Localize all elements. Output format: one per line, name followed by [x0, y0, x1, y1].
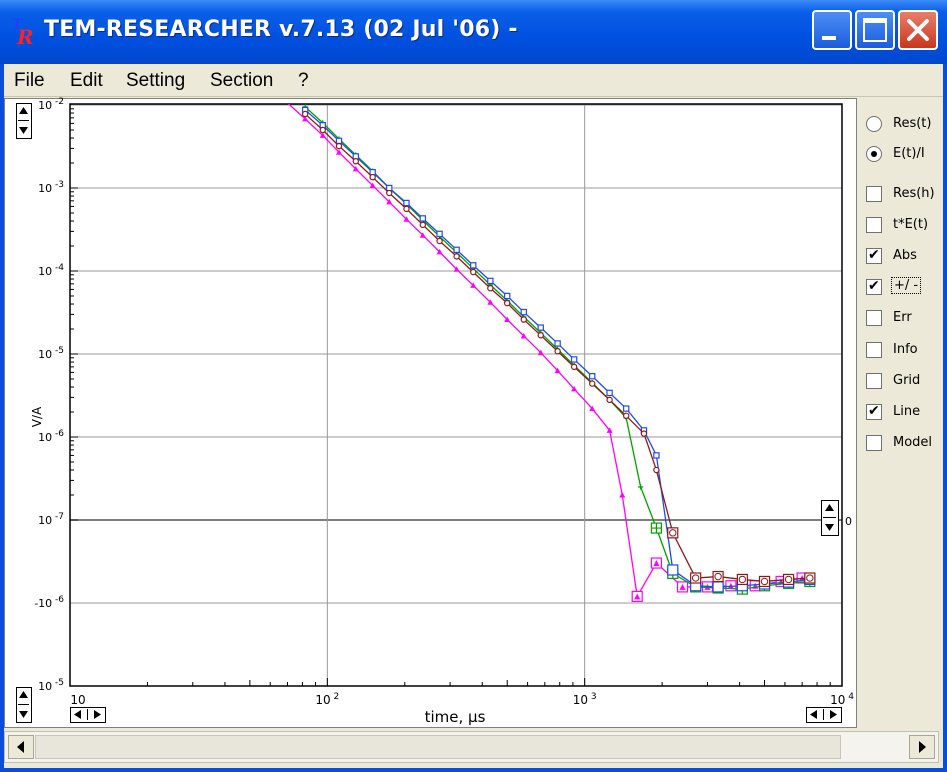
- y-top-scroll-control[interactable]: [16, 103, 32, 139]
- data-point-3-12: [504, 299, 511, 307]
- scrollbar-thumb[interactable]: [35, 735, 841, 759]
- checkbox-res-h[interactable]: [866, 186, 882, 202]
- series-layer: [276, 93, 816, 603]
- data-point-3-2: [335, 142, 343, 150]
- data-point-3-20: [640, 430, 648, 437]
- data-point-2-8: [436, 230, 443, 238]
- y-tick-label-7: 10 -5: [38, 678, 64, 693]
- data-point-2-11: [487, 277, 494, 285]
- data-point-3-5: [386, 189, 393, 197]
- data-point-3-18: [606, 396, 613, 404]
- grid-lines: [70, 104, 842, 686]
- arrow-right-icon: [919, 741, 926, 753]
- data-point-3-8: [436, 237, 443, 245]
- y-tick-label-3: 10 -5: [38, 346, 64, 361]
- data-point-0-0: [276, 93, 282, 99]
- data-point-3-9: [453, 253, 460, 260]
- checkbox-line[interactable]: [866, 402, 882, 420]
- data-point-2-10: [470, 262, 477, 269]
- radio-e-t[interactable]: [866, 146, 882, 162]
- x-right-scroll-control[interactable]: [806, 707, 842, 723]
- data-point-2-17: [589, 373, 596, 380]
- data-point-3-16: [570, 363, 578, 371]
- x-tick-label-1: 10 2: [315, 692, 339, 707]
- data-point-2-6: [403, 199, 410, 207]
- checkbox-t-e-t[interactable]: [866, 217, 882, 233]
- data-point-2-22: [667, 564, 679, 576]
- data-point-2-2: [335, 137, 343, 145]
- data-point-2-7: [419, 215, 427, 222]
- data-point-2-21: [653, 452, 660, 459]
- y-axis-label: V/A: [30, 406, 44, 427]
- data-point-2-18: [606, 389, 613, 397]
- decay-curve-chart: 10 -2 10 -3 10 -4 10 -5 10 -6 10 -7 -10 -6 10 -…: [30, 93, 854, 726]
- zero-line-label: 0: [845, 515, 852, 528]
- data-point-3-7: [419, 221, 427, 229]
- data-point-2-14: [537, 324, 544, 331]
- y-tick-label-2: 10 -4: [38, 263, 64, 278]
- data-point-3-21: [653, 466, 660, 474]
- data-point-2-16: [570, 356, 578, 363]
- data-point-3-11: [487, 285, 494, 292]
- data-point-2-24: [712, 581, 724, 593]
- y-bottom-scroll-control[interactable]: [16, 687, 32, 723]
- data-point-3-13: [520, 316, 527, 323]
- data-point-1-20-cross: [638, 484, 644, 490]
- y-tick-labels: 10 -2 10 -3 10 -4 10 -5 10 -6 10 -7 -10 -6 10 -…: [34, 97, 64, 693]
- data-point-3-4: [369, 173, 376, 181]
- data-point-3-14: [537, 332, 544, 339]
- y-tick-label-5: 10 -7: [38, 512, 64, 527]
- checkbox-grid[interactable]: [866, 373, 882, 389]
- x-axis-label: time, µs: [425, 708, 486, 726]
- data-point-2-15: [554, 340, 561, 347]
- checkbox-abs[interactable]: [866, 246, 882, 264]
- data-point-3-0: [301, 110, 309, 118]
- data-point-3-6: [403, 205, 410, 213]
- radio-res-t[interactable]: [866, 116, 882, 132]
- y-tick-label-1: 10 -3: [38, 180, 64, 195]
- x-tick-labels: 10 10 2 10 3 10 4: [70, 692, 854, 707]
- data-point-3-1: [319, 126, 326, 134]
- data-point-2-13: [520, 308, 527, 316]
- horizontal-scrollbar[interactable]: [4, 731, 939, 763]
- scroll-right-button[interactable]: [909, 735, 935, 759]
- data-point-2-19: [622, 405, 630, 412]
- data-point-3-17: [589, 380, 596, 387]
- data-point-3-19: [622, 412, 630, 420]
- data-point-2-9: [453, 246, 460, 254]
- checkbox-plus-minus[interactable]: [866, 277, 882, 295]
- y-tick-label-4: 10 -6: [38, 429, 64, 444]
- scroll-left-button[interactable]: [8, 735, 34, 759]
- data-point-0-20: [619, 492, 626, 498]
- checkbox-err[interactable]: [866, 310, 882, 326]
- checkbox-info[interactable]: [866, 342, 882, 358]
- x-left-scroll-control[interactable]: [70, 707, 106, 723]
- data-point-2-12: [504, 292, 511, 300]
- arrow-left-icon: [17, 741, 24, 753]
- data-point-3-10: [470, 268, 477, 276]
- plot-area-border: [69, 103, 843, 687]
- x-tick-label-3: 10 4: [830, 692, 854, 707]
- display-options-panel: Res(t) E(t)/I Res(h) t*E(t) Abs +/ - Err…: [858, 100, 943, 730]
- x-tick-label-0: 10: [70, 693, 85, 707]
- y-tick-label-6: -10 -6: [34, 595, 64, 610]
- data-point-3-15: [554, 348, 561, 355]
- y-tick-label-0: 10 -2: [38, 97, 64, 112]
- data-point-3-3: [352, 158, 359, 165]
- zero-line-scroll-control[interactable]: [821, 500, 839, 536]
- axes: [69, 103, 843, 687]
- checkbox-model[interactable]: [866, 435, 882, 451]
- x-tick-label-2: 10 3: [573, 692, 597, 707]
